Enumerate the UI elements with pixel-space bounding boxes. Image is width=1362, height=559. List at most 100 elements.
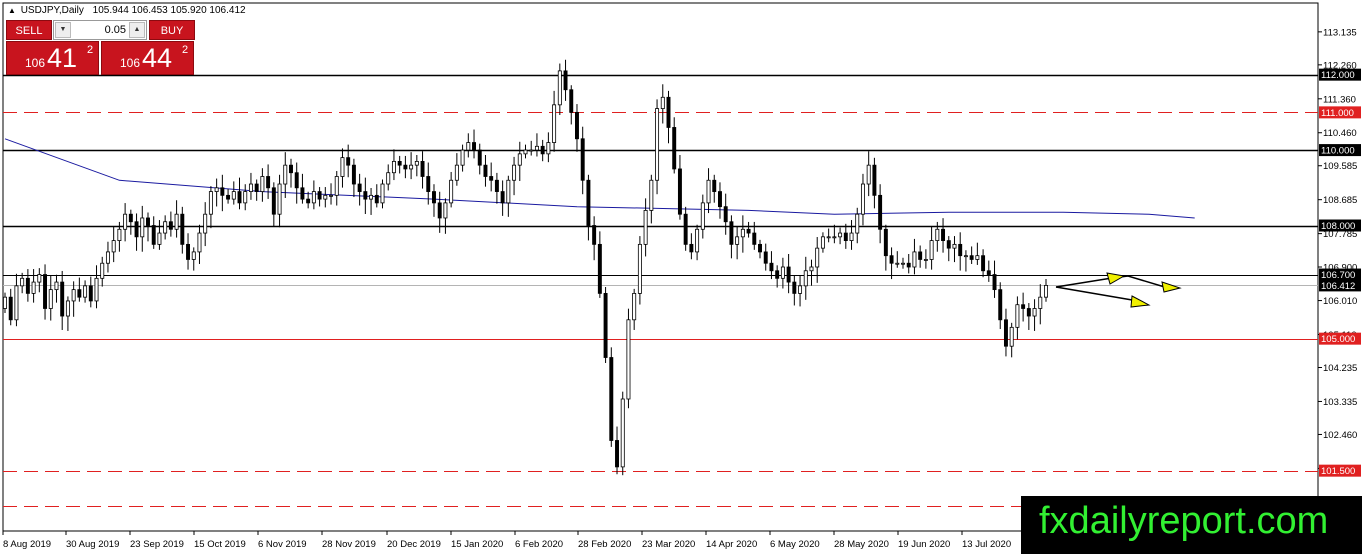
- x-tick-label: 6 Nov 2019: [258, 539, 307, 550]
- candle-body: [31, 281, 36, 294]
- level-label: 111.000: [1321, 108, 1354, 119]
- candle-body: [329, 194, 334, 197]
- candle-body: [632, 292, 637, 321]
- ohlc-values: 105.944 106.453 105.920 106.412: [92, 5, 246, 16]
- candle-body: [346, 157, 351, 166]
- projection-arrow-up-icon: [1106, 272, 1126, 285]
- candle-body: [517, 153, 522, 166]
- candle-body: [1009, 326, 1014, 347]
- candle-body: [20, 277, 25, 287]
- candle-body: [334, 176, 339, 196]
- candle-body: [860, 183, 865, 215]
- x-tick-label: 15 Oct 2019: [194, 539, 246, 550]
- candle-body: [1038, 296, 1043, 309]
- level-label: 108.000: [1321, 221, 1355, 232]
- candle-body: [123, 213, 128, 230]
- candle-body: [700, 202, 705, 230]
- candle-body: [626, 319, 631, 400]
- lot-decrease-icon[interactable]: ▼: [55, 22, 71, 38]
- candle-body: [586, 179, 591, 226]
- candle-body: [374, 194, 379, 204]
- y-tick-label: 106.010: [1323, 296, 1357, 307]
- lot-increase-icon[interactable]: ▲: [129, 22, 145, 38]
- sell-button[interactable]: SELL: [6, 20, 52, 40]
- level-label: 112.000: [1321, 70, 1355, 81]
- candle-body: [1044, 285, 1048, 298]
- level-label: 105.000: [1321, 334, 1355, 345]
- lot-size-field[interactable]: ▼ 0.05 ▲: [53, 20, 147, 40]
- collapse-icon[interactable]: ▲: [8, 6, 16, 15]
- candle-body: [981, 255, 986, 272]
- candle-body: [918, 251, 923, 260]
- candle-body: [575, 111, 579, 140]
- level-label: 106.700: [1321, 270, 1355, 281]
- sell-price-button[interactable]: 106 41 2: [6, 41, 99, 75]
- candle-body: [597, 243, 602, 294]
- candle-body: [975, 255, 980, 260]
- candle-body: [363, 191, 368, 200]
- buy-price-button[interactable]: 106 44 2: [101, 41, 194, 75]
- candle-body: [769, 262, 774, 272]
- candle-body: [569, 89, 574, 113]
- candle-body: [849, 232, 854, 242]
- candle-body: [901, 262, 905, 265]
- x-tick-label: 28 Feb 2020: [578, 539, 631, 550]
- candle-body: [695, 228, 700, 253]
- candle-body: [180, 213, 185, 245]
- lot-value[interactable]: 0.05: [105, 24, 126, 36]
- candle-body: [883, 228, 888, 257]
- candle-body: [1015, 304, 1020, 328]
- x-tick-label: 14 Apr 2020: [706, 539, 757, 550]
- candle-body: [54, 281, 59, 291]
- candle-body: [546, 142, 551, 155]
- buy-button[interactable]: BUY: [149, 20, 195, 40]
- candle-body: [134, 221, 139, 238]
- one-click-trading-panel: SELL ▼ 0.05 ▲ BUY 106 41 2 106 44 2: [3, 20, 195, 76]
- y-tick-label: 109.585: [1323, 161, 1357, 172]
- candle-body: [277, 183, 282, 215]
- candle-body: [500, 191, 505, 204]
- candle-body: [706, 179, 711, 204]
- x-tick-label: 6 Feb 2020: [515, 539, 563, 550]
- candle-body: [489, 176, 494, 181]
- candle-body: [111, 240, 116, 253]
- candle-body: [1003, 319, 1008, 347]
- candle-body: [763, 251, 768, 264]
- candle-body: [409, 164, 414, 170]
- candle-body: [186, 243, 191, 260]
- candle-body: [1026, 308, 1031, 317]
- candle-body: [552, 104, 557, 143]
- candle-body: [923, 259, 928, 261]
- projection-arrow-right-icon: [1161, 281, 1182, 293]
- candle-body: [197, 232, 202, 253]
- candle-body: [758, 243, 762, 253]
- candle-body: [666, 96, 671, 128]
- candle-body: [866, 164, 871, 185]
- x-tick-label: 15 Jan 2020: [451, 539, 503, 550]
- candle-body: [105, 251, 110, 264]
- candle-body: [786, 266, 791, 283]
- candle-body: [798, 285, 803, 294]
- candle-body: [231, 191, 236, 200]
- candle-body: [100, 262, 105, 279]
- candle-body: [672, 127, 677, 170]
- candle-body: [60, 281, 65, 317]
- candle-body: [437, 202, 442, 219]
- candle-body: [449, 179, 454, 204]
- x-tick-label: 19 Jun 2020: [898, 539, 950, 550]
- level-label: 110.000: [1321, 146, 1355, 157]
- candle-body: [717, 191, 722, 208]
- candle-body: [43, 274, 48, 309]
- candle-body: [677, 168, 682, 215]
- x-tick-label: 13 Jul 2020: [962, 539, 1011, 550]
- candle-body: [151, 225, 156, 245]
- candle-body: [357, 183, 362, 192]
- candle-body: [426, 176, 431, 192]
- candle-body: [878, 194, 883, 230]
- sell-price-prefix: 106: [25, 56, 46, 70]
- candle-body: [380, 183, 385, 204]
- candle-body: [203, 213, 208, 234]
- watermark: fxdailyreport.com: [1021, 496, 1362, 554]
- candle-body: [946, 240, 951, 249]
- candle-body: [266, 176, 271, 189]
